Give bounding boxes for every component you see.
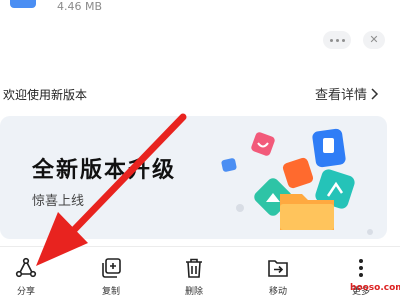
file-size: 4.46 MB	[57, 0, 103, 13]
more-vertical-icon	[359, 259, 363, 277]
banner-subtitle: 惊喜上线	[32, 194, 85, 209]
update-banner[interactable]: 全新版本升级 惊喜上线	[0, 116, 387, 239]
delete-label: 删除	[184, 287, 203, 297]
bottom-toolbar: 分享 复制 删除 移动 更多	[0, 246, 400, 300]
watermark: booso.com	[350, 283, 400, 293]
section-title: 欢迎使用新版本	[3, 88, 88, 102]
dot-icon	[335, 38, 339, 42]
dot-icon	[329, 38, 333, 42]
trash-icon	[186, 258, 202, 278]
move-to-folder-icon	[268, 260, 288, 277]
move-label: 移动	[268, 287, 287, 297]
close-button[interactable]: ✕	[363, 31, 385, 49]
chevron-right-icon	[371, 87, 379, 100]
copy-button[interactable]: 复制	[81, 247, 141, 300]
share-icon	[15, 257, 37, 278]
banner-illustration	[221, 128, 373, 235]
banner-title: 全新版本升级	[32, 158, 177, 183]
file-card: 4.46 MB ✕	[0, 0, 400, 60]
copy-label: 复制	[101, 287, 120, 297]
view-details-label: 查看详情	[315, 88, 368, 103]
file-icon	[10, 0, 36, 8]
move-button[interactable]: 移动	[248, 247, 308, 300]
share-button[interactable]: 分享	[0, 247, 56, 300]
dot-icon	[341, 38, 345, 42]
delete-button[interactable]: 删除	[164, 247, 224, 300]
view-details-link[interactable]: 查看详情	[315, 84, 379, 103]
copy-icon	[102, 258, 121, 278]
more-options-button[interactable]	[323, 31, 351, 49]
share-label: 分享	[16, 287, 35, 297]
